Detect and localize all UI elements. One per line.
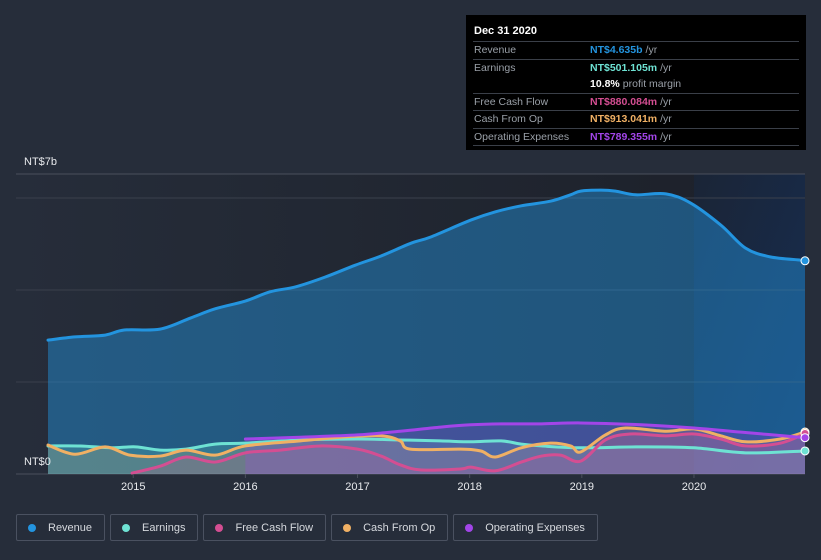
y-axis-top-label: NT$7b bbox=[24, 156, 58, 168]
x-tick-label: 2019 bbox=[569, 481, 595, 493]
earnings-end-marker bbox=[800, 446, 810, 456]
cash-from-op-dot-icon bbox=[343, 523, 352, 532]
operating-expenses-dot-icon bbox=[465, 523, 474, 532]
tooltip-value: NT$4.635b bbox=[590, 44, 643, 57]
legend-item-earnings[interactable]: Earnings bbox=[110, 514, 199, 541]
x-tick-label: 2015 bbox=[120, 481, 146, 493]
legend-label: Operating Expenses bbox=[485, 521, 585, 534]
legend-label: Revenue bbox=[48, 521, 93, 534]
legend-item-revenue[interactable]: Revenue bbox=[16, 514, 106, 541]
tooltip: Dec 31 2020 Revenue NT$4.635b /yr Earnin… bbox=[466, 15, 806, 150]
tooltip-label: Revenue bbox=[474, 44, 517, 57]
tooltip-row-revenue: Revenue NT$4.635b /yr bbox=[473, 42, 799, 60]
legend-item-free-cash-flow[interactable]: Free Cash Flow bbox=[203, 514, 327, 541]
tooltip-row-operating-expenses: Operating Expenses NT$789.355m /yr bbox=[473, 129, 799, 146]
tooltip-unit: /yr bbox=[660, 95, 672, 108]
tooltip-label: Operating Expenses bbox=[474, 130, 570, 143]
x-tick-label: 2018 bbox=[457, 481, 482, 493]
tooltip-row-cash-from-op: Cash From Op NT$913.041m /yr bbox=[473, 111, 799, 129]
legend-label: Cash From Op bbox=[363, 521, 436, 534]
y-axis-bottom-label: NT$0 bbox=[24, 456, 51, 468]
tooltip-value: NT$880.084m bbox=[590, 95, 658, 108]
tooltip-row-earnings: Earnings NT$501.105m /yr bbox=[473, 60, 799, 77]
legend-label: Free Cash Flow bbox=[235, 521, 314, 534]
tooltip-unit: /yr bbox=[645, 44, 658, 57]
legend-label: Earnings bbox=[142, 521, 186, 534]
tooltip-value: 10.8% bbox=[590, 78, 620, 91]
tooltip-unit: /yr bbox=[660, 113, 672, 126]
legend-item-cash-from-op[interactable]: Cash From Op bbox=[331, 514, 449, 541]
x-tick-label: 2017 bbox=[345, 481, 370, 493]
free-cash-flow-dot-icon bbox=[215, 523, 224, 532]
earnings-dot-icon bbox=[122, 523, 131, 532]
tooltip-value: NT$789.355m bbox=[590, 130, 658, 143]
revenue-end-marker bbox=[800, 256, 810, 266]
revenue-dot-icon bbox=[28, 523, 36, 532]
tooltip-value: NT$501.105m bbox=[590, 61, 658, 74]
x-tick-label: 2020 bbox=[681, 481, 707, 493]
x-tick-label: 2016 bbox=[233, 481, 258, 493]
tooltip-unit: /yr bbox=[660, 61, 672, 74]
legend: Revenue Earnings Free Cash Flow Cash Fro… bbox=[16, 514, 598, 541]
tooltip-row-free-cash-flow: Free Cash Flow NT$880.084m /yr bbox=[473, 94, 799, 111]
tooltip-date: Dec 31 2020 bbox=[473, 23, 799, 42]
tooltip-value: NT$913.041m bbox=[590, 113, 658, 126]
operating-expenses-end-marker bbox=[800, 433, 810, 443]
tooltip-unit: /yr bbox=[660, 130, 672, 143]
legend-item-operating-expenses[interactable]: Operating Expenses bbox=[453, 514, 598, 541]
tooltip-label: Cash From Op bbox=[474, 113, 543, 126]
tooltip-unit: profit margin bbox=[622, 78, 682, 91]
tooltip-label: Earnings bbox=[474, 61, 516, 74]
tooltip-label: Free Cash Flow bbox=[474, 95, 549, 108]
tooltip-row-profit-margin: 10.8% profit margin bbox=[473, 76, 799, 94]
